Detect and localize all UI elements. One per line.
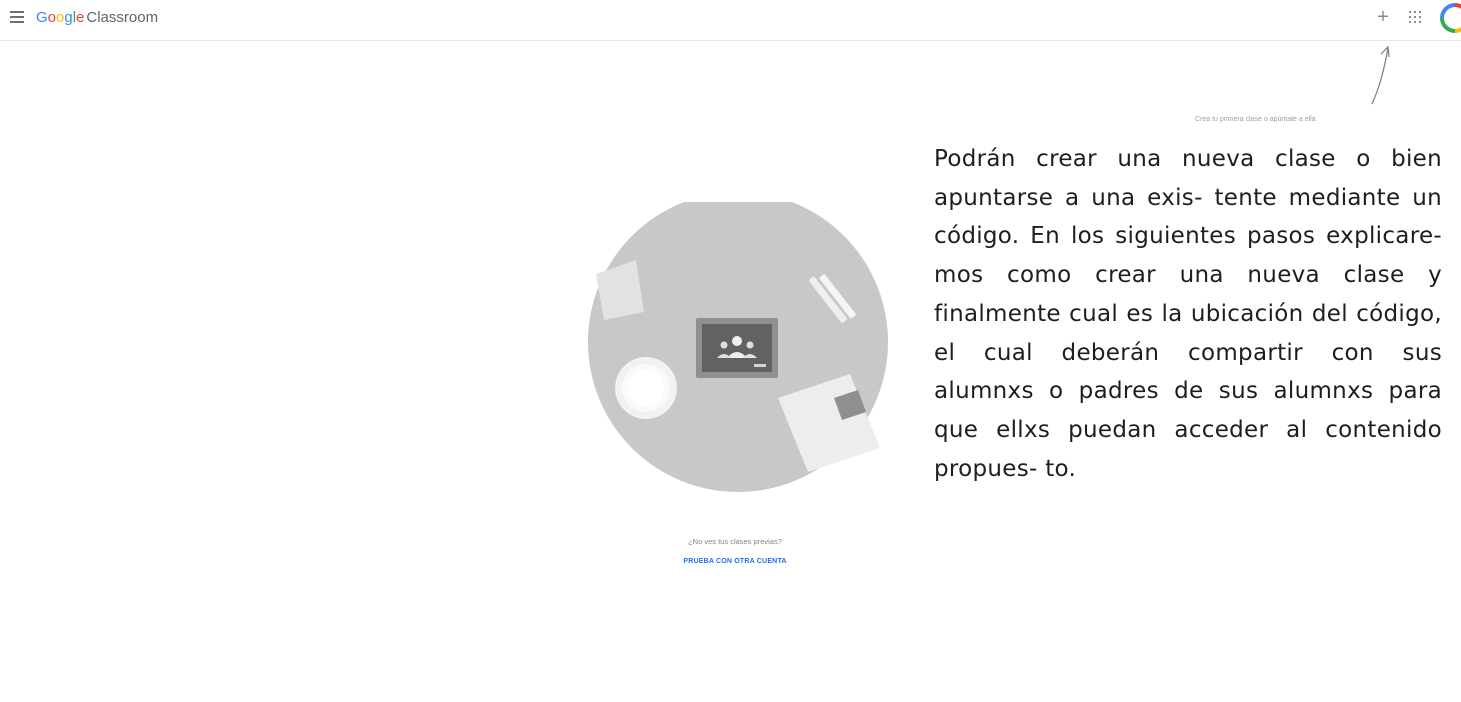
plus-icon[interactable]: +	[1372, 6, 1394, 28]
create-class-hint: Crea tu primera clase o apúntate a ella	[1195, 116, 1316, 123]
paper-icon	[596, 260, 644, 320]
hint-arrow-icon	[1371, 45, 1390, 105]
google-classroom-logo[interactable]: Google Classroom	[36, 8, 158, 28]
top-app-bar: Google Classroom +	[0, 0, 1461, 41]
try-another-account-link[interactable]: PRUEBA CON OTRA CUENTA	[600, 558, 870, 565]
instructions-text: Podrán crear una nueva clase o bien apun…	[934, 146, 1442, 482]
classroom-table-illustration	[588, 202, 888, 492]
previous-classes-prompt: ¿No ves tus clases previas?	[688, 537, 782, 546]
google-wordmark: Google	[36, 9, 85, 26]
cup-icon	[615, 357, 677, 419]
apps-grid-icon[interactable]	[1409, 11, 1421, 23]
hamburger-menu-icon[interactable]	[10, 11, 24, 23]
chalkboard-icon	[696, 318, 778, 378]
product-name: Classroom	[86, 9, 159, 26]
account-avatar[interactable]	[1440, 3, 1461, 33]
